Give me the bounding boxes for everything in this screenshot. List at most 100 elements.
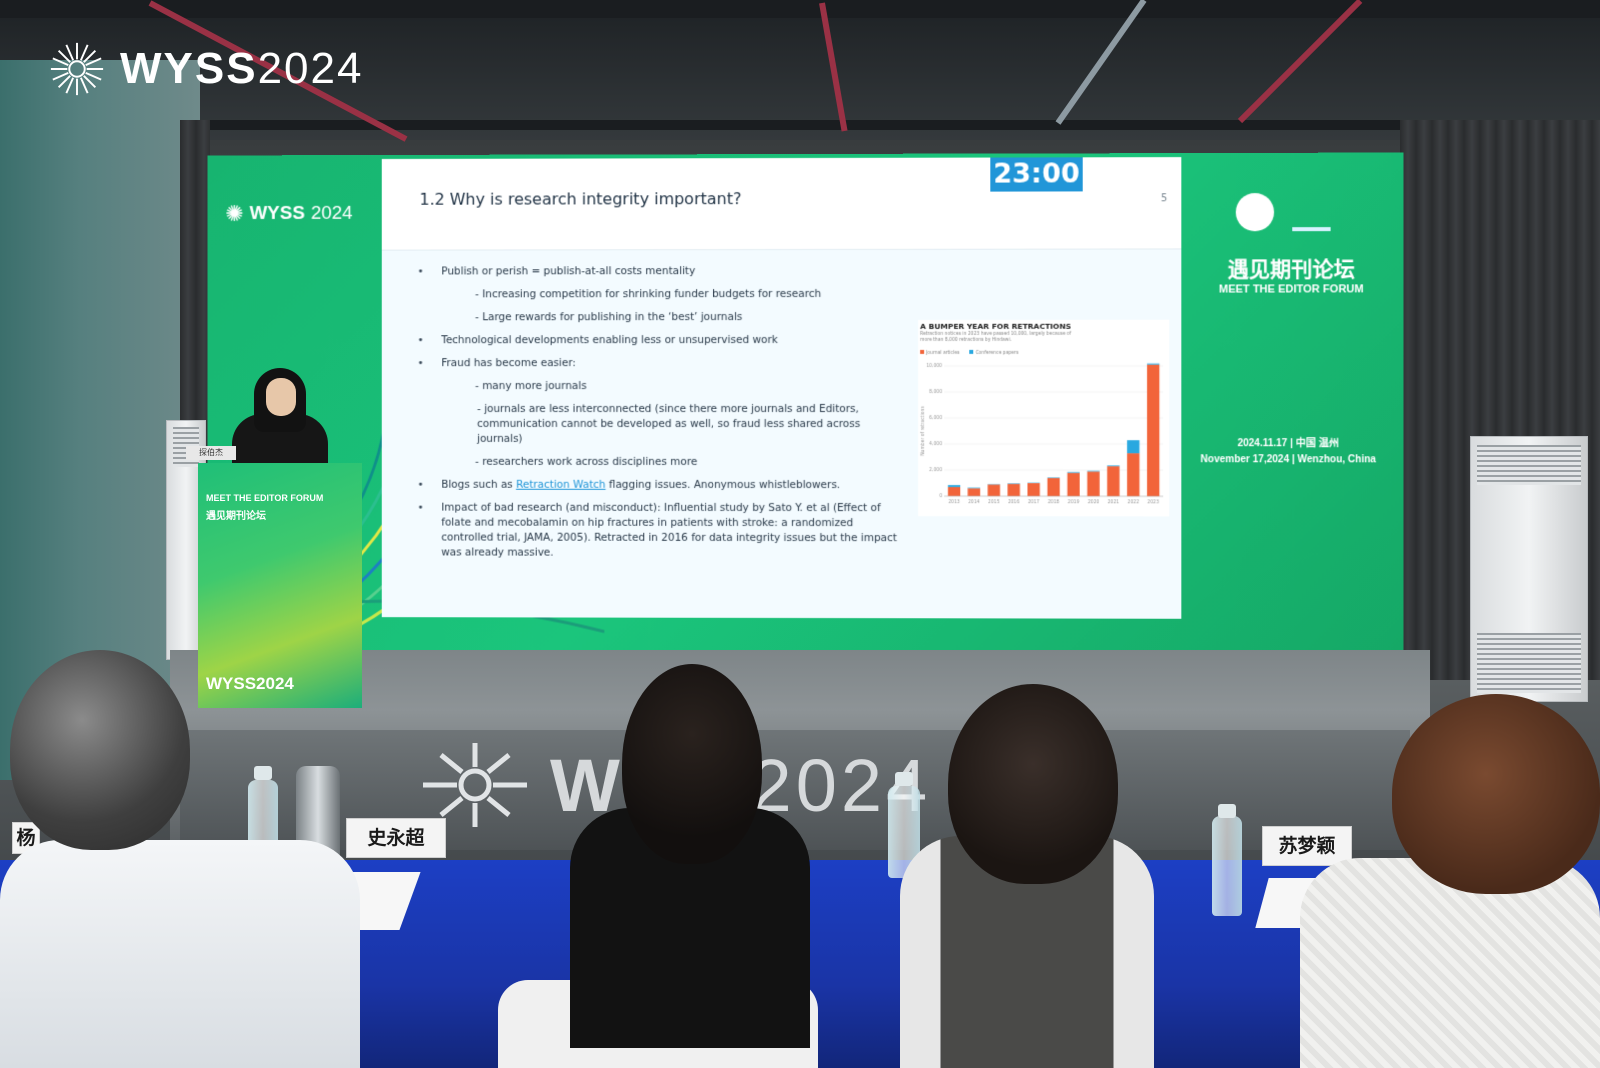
- screen-wyss-logo: ✺ WYSS 2024: [225, 201, 352, 227]
- society-logo-icon: [1235, 193, 1275, 232]
- lectern: MEET THE EDITOR FORUM 遇见期刊论坛 WYSS2024: [198, 463, 362, 708]
- watermark-year: 2024: [257, 44, 364, 93]
- bar-journal-2015: [987, 484, 1001, 497]
- lectern-logo: WYSS2024: [206, 674, 294, 693]
- bar-journal-2014: [967, 488, 981, 497]
- speaker-face: [266, 378, 296, 416]
- slide-header: 1.2 Why is research integrity important?…: [381, 157, 1182, 251]
- legend-label: Journal articles: [926, 350, 960, 356]
- retraction-bar-chart: Number of retractions 0 2,000 4,000 6,000 8,0…: [920, 363, 1169, 505]
- x-tick-label: 2017: [1028, 499, 1040, 505]
- bottle-cap: [254, 766, 272, 780]
- legend-label: Conference papers: [975, 350, 1019, 356]
- bar-conference-2021: [1107, 465, 1120, 467]
- ac-grill: [1477, 633, 1581, 693]
- y-tick-label: 8,000: [929, 389, 942, 395]
- water-bottle: [1212, 816, 1242, 916]
- y-tick-label: 4,000: [929, 442, 942, 448]
- audience-woman-3-hair: [1392, 694, 1600, 894]
- conference-hall-scene: WYSS2024 ✺ WYSS 2024 遇见期刊论坛 MEET THE EDIT…: [0, 0, 1600, 1068]
- y-tick-label: 2,000: [929, 468, 942, 474]
- forum-date-cn: 2024.11.17 | 中国 温州: [1237, 438, 1340, 450]
- countdown-timer: 23:00: [990, 157, 1083, 192]
- bullet-item: Technological developments enabling less…: [416, 333, 905, 348]
- bar-journal-2022: [1127, 453, 1140, 497]
- bullet-text: Blogs such as: [441, 478, 516, 491]
- forum-date-en: November 17,2024 | Wenzhou, China: [1200, 454, 1376, 466]
- x-tick-label: 2021: [1108, 499, 1120, 505]
- anniversary-logo-icon: [1292, 192, 1331, 232]
- x-tick-label: 2013: [948, 499, 960, 505]
- bar-journal-2023: [1147, 364, 1160, 497]
- wyss-watermark: WYSS2024: [48, 40, 363, 98]
- bar-conference-2022: [1127, 440, 1140, 454]
- x-tick-label: 2020: [1088, 499, 1100, 505]
- y-tick-label: 0: [939, 494, 942, 500]
- screen-logo-year: 2024: [310, 202, 353, 224]
- x-tick-label: 2019: [1068, 499, 1080, 505]
- retraction-chart-panel: A BUMPER YEAR FOR RETRACTIONS Retraction…: [918, 319, 1170, 517]
- lectern-title: MEET THE EDITOR FORUM: [206, 493, 324, 503]
- x-tick-label: 2023: [1147, 499, 1159, 505]
- wyss-watermark-text: WYSS2024: [120, 44, 363, 94]
- sub-bullet-item: - many more journals: [475, 380, 587, 393]
- audience-woman-3-sweater: [1300, 858, 1600, 1068]
- forum-badges: [1235, 192, 1331, 232]
- chart-subtitle: Retraction notices in 2023 have passed 1…: [920, 331, 1072, 343]
- bar-journal-2020: [1087, 471, 1100, 497]
- bottle-cap: [1218, 804, 1236, 818]
- bar-conference-2014: [967, 487, 981, 489]
- audience-woman-1-hair: [622, 664, 762, 864]
- legend-swatch-journal: [920, 349, 925, 354]
- bottle-cap: [895, 772, 913, 786]
- bar-journal-2021: [1107, 466, 1120, 497]
- ac-grill: [1477, 445, 1581, 485]
- sub-bullet-item: - Large rewards for publishing in the ‘b…: [475, 311, 743, 324]
- bar-conference-2020: [1087, 470, 1100, 472]
- wyss-sunburst-icon: [50, 42, 104, 96]
- bar-journal-2016: [1007, 483, 1020, 497]
- y-tick-label: 6,000: [929, 416, 942, 422]
- bar-conference-2013: [947, 485, 961, 488]
- legend-item: Journal articles: [920, 349, 960, 356]
- lectern-title-cn: 遇见期刊论坛: [206, 511, 266, 522]
- forum-title-en: MEET THE EDITOR FORUM: [1218, 283, 1364, 296]
- sub-bullet-item: - researchers work across disciplines mo…: [475, 455, 698, 468]
- x-tick-label: 2016: [1008, 499, 1020, 505]
- name-tent-middle: 史永超: [346, 818, 446, 858]
- stage-sunburst-icon: [423, 743, 527, 827]
- x-tick-label: 2015: [988, 499, 1000, 505]
- bullet-item: Publish or perish = publish-at-all costs…: [416, 264, 905, 280]
- slide-bullet-list: Publish or perish = publish-at-all costs…: [416, 264, 905, 569]
- legend-swatch-conference: [969, 349, 974, 354]
- sub-bullet-item: - journals are less interconnected (sinc…: [477, 403, 861, 445]
- ceiling-beam: [0, 120, 1600, 130]
- slide-page-number: 5: [1160, 193, 1168, 205]
- x-tick-label: 2022: [1128, 499, 1140, 505]
- bar-journal-2013: [947, 487, 961, 497]
- speaker-nameplate: 探伯杰: [186, 446, 236, 460]
- audience-man-head: [10, 650, 190, 850]
- watermark-brand: WYSS: [120, 44, 258, 93]
- bar-journal-2018: [1047, 477, 1060, 497]
- bar-conference-2018: [1047, 477, 1060, 478]
- retraction-watch-link[interactable]: Retraction Watch: [516, 479, 606, 491]
- bar-journal-2019: [1067, 472, 1080, 497]
- bullet-item: Blogs such as Retraction Watch flagging …: [416, 478, 905, 493]
- audience-man-shirt: [0, 840, 360, 1068]
- audience-woman-2-hair: [948, 684, 1118, 884]
- name-tent-right: 苏梦颖: [1262, 826, 1352, 866]
- slide-title: 1.2 Why is research integrity important?: [419, 189, 742, 209]
- sub-bullet-item: - Increasing competition for shrinking f…: [475, 287, 822, 301]
- presentation-slide: 1.2 Why is research integrity important?…: [381, 157, 1182, 619]
- bullet-text: flagging issues. Anonymous whistleblower…: [605, 478, 841, 492]
- x-tick-label: 2014: [968, 499, 980, 505]
- y-axis-label: Number of retractions: [920, 406, 926, 456]
- screen-logo-icon: ✺: [225, 201, 244, 226]
- legend-item: Conference papers: [969, 349, 1019, 356]
- led-screen: ✺ WYSS 2024 遇见期刊论坛 MEET THE EDITOR FORUM …: [207, 152, 1404, 654]
- bar-journal-2017: [1027, 483, 1040, 497]
- bar-conference-2023: [1147, 363, 1160, 365]
- screen-logo-brand: WYSS: [249, 202, 305, 224]
- chart-legend: Journal articles Conference papers: [920, 349, 1019, 356]
